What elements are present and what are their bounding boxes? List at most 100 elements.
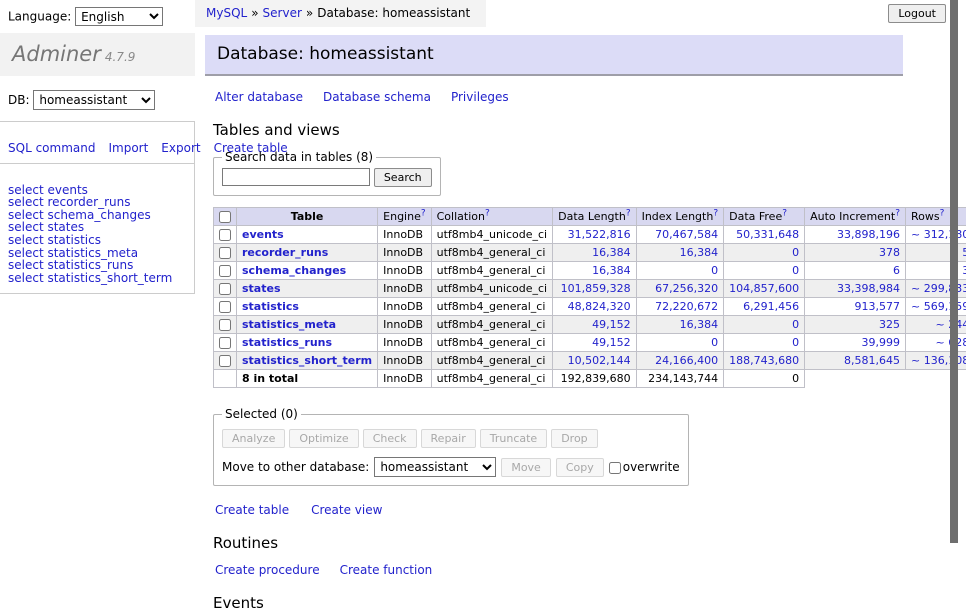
table-link-recorder_runs[interactable]: recorder_runs [242,246,328,259]
help-link-icon[interactable]: ? [485,208,490,218]
tables-table: TableEngine?Collation?Data Length?Index … [213,207,966,388]
help-link-icon[interactable]: ? [940,208,945,218]
table-row: eventsInnoDButf8mb4_unicode_ci31,522,816… [214,226,966,244]
action-link-privileges[interactable]: Privileges [451,90,509,104]
auto-increment-cell: 378 [805,244,906,262]
language-select[interactable]: English [75,7,163,26]
data-length-cell: 49,152 [553,316,636,334]
total-collation-cell: utf8mb4_general_ci [431,370,552,388]
sidebar-item-select-statistics[interactable]: select statistics [8,234,186,247]
column-label: Data Length [558,210,626,223]
db-select[interactable]: homeassistant [33,90,155,110]
sidebar-item-select-statistics-runs[interactable]: select statistics_runs [8,259,186,272]
breadcrumb-separator: » [306,6,313,20]
data-free-cell: 0 [724,334,805,352]
index-length-cell: 70,467,584 [636,226,724,244]
routines-heading: Routines [213,534,966,552]
table-row: statisticsInnoDButf8mb4_general_ci48,824… [214,298,966,316]
help-link-icon[interactable]: ? [626,208,631,218]
engine-cell: InnoDB [378,352,431,370]
row-select-cell [214,298,237,316]
drop-button: Drop [551,429,597,448]
row-checkbox[interactable] [219,355,231,367]
column-label: Data Free [729,210,782,223]
data-free-cell: 104,857,600 [724,280,805,298]
table-name-cell: events [237,226,378,244]
engine-cell: InnoDB [378,316,431,334]
row-checkbox[interactable] [219,283,231,295]
collation-cell: utf8mb4_general_ci [431,298,552,316]
row-checkbox[interactable] [219,337,231,349]
help-link-icon[interactable]: ? [713,208,718,218]
scrollbar-thumb[interactable] [950,0,958,543]
row-checkbox[interactable] [219,247,231,259]
sidebar-menu: SQL commandImportExportCreate table sele… [0,121,195,294]
table-row: recorder_runsInnoDButf8mb4_general_ci16,… [214,244,966,262]
select-all-checkbox[interactable] [219,211,231,223]
table-link-statistics_meta[interactable]: statistics_meta [242,318,336,331]
table-link-schema_changes[interactable]: schema_changes [242,264,346,277]
overwrite-checkbox[interactable] [609,462,621,474]
app-version: 4.7.9 [105,50,136,64]
header-row: TableEngine?Collation?Data Length?Index … [214,208,966,226]
sidebar-item-select-statistics-short-term[interactable]: select statistics_short_term [8,272,186,285]
auto-increment-cell: 33,898,196 [805,226,906,244]
page-title: Database: homeassistant [205,35,903,76]
table-name-cell: recorder_runs [237,244,378,262]
column-header-index-length: Index Length? [636,208,724,226]
routine-link-create-procedure[interactable]: Create procedure [215,563,320,577]
breadcrumb-link-mysql[interactable]: MySQL [206,6,247,20]
table-row: statistics_runsInnoDButf8mb4_general_ci4… [214,334,966,352]
engine-cell: InnoDB [378,262,431,280]
breadcrumb-link-server[interactable]: Server [263,6,302,20]
table-link-statistics[interactable]: statistics [242,300,299,313]
database-action-links: Alter database Database schema Privileges [215,90,966,104]
menu-link-import[interactable]: Import [108,141,148,155]
table-link-states[interactable]: states [242,282,281,295]
move-button: Move [501,458,551,477]
row-select-cell [214,226,237,244]
analyze-button: Analyze [222,429,285,448]
sidebar-item-select-recorder-runs[interactable]: select recorder_runs [8,196,186,209]
engine-cell: InnoDB [378,334,431,352]
search-button[interactable]: Search [374,168,432,187]
action-link-database-schema[interactable]: Database schema [323,90,431,104]
table-link-statistics_runs[interactable]: statistics_runs [242,336,332,349]
table-row: statistics_metaInnoDButf8mb4_general_ci4… [214,316,966,334]
help-link-icon[interactable]: ? [782,208,787,218]
menu-link-sql-command[interactable]: SQL command [8,141,95,155]
help-link-icon[interactable]: ? [895,208,900,218]
sidebar-menu-links: SQL commandImportExportCreate table [0,134,194,164]
table-link-statistics_short_term[interactable]: statistics_short_term [242,354,372,367]
column-header-data-free: Data Free? [724,208,805,226]
row-checkbox[interactable] [219,301,231,313]
create-link-create-view[interactable]: Create view [311,503,382,517]
help-link-icon[interactable]: ? [421,208,426,218]
tables-table-head: TableEngine?Collation?Data Length?Index … [214,208,966,226]
table-link-events[interactable]: events [242,228,284,241]
data-free-cell: 0 [724,262,805,280]
action-link-alter-database[interactable]: Alter database [215,90,303,104]
row-checkbox[interactable] [219,265,231,277]
data-length-cell: 10,502,144 [553,352,636,370]
data-free-cell: 6,291,456 [724,298,805,316]
index-length-cell: 24,166,400 [636,352,724,370]
overwrite-label: overwrite [623,460,680,474]
engine-cell: InnoDB [378,244,431,262]
logout-button[interactable]: Logout [888,4,946,23]
create-link-create-table[interactable]: Create table [215,503,289,517]
table-name-cell: statistics_runs [237,334,378,352]
search-input[interactable] [222,168,370,186]
data-free-cell: 188,743,680 [724,352,805,370]
selected-legend: Selected (0) [222,407,301,421]
row-select-cell [214,280,237,298]
column-label: Engine [383,210,421,223]
truncate-button: Truncate [480,429,547,448]
row-checkbox[interactable] [219,319,231,331]
row-checkbox[interactable] [219,229,231,241]
column-header-table: Table [237,208,378,226]
routine-link-create-function[interactable]: Create function [340,563,433,577]
index-length-cell: 16,384 [636,316,724,334]
row-select-cell [214,262,237,280]
move-db-select[interactable]: homeassistant [374,457,496,477]
